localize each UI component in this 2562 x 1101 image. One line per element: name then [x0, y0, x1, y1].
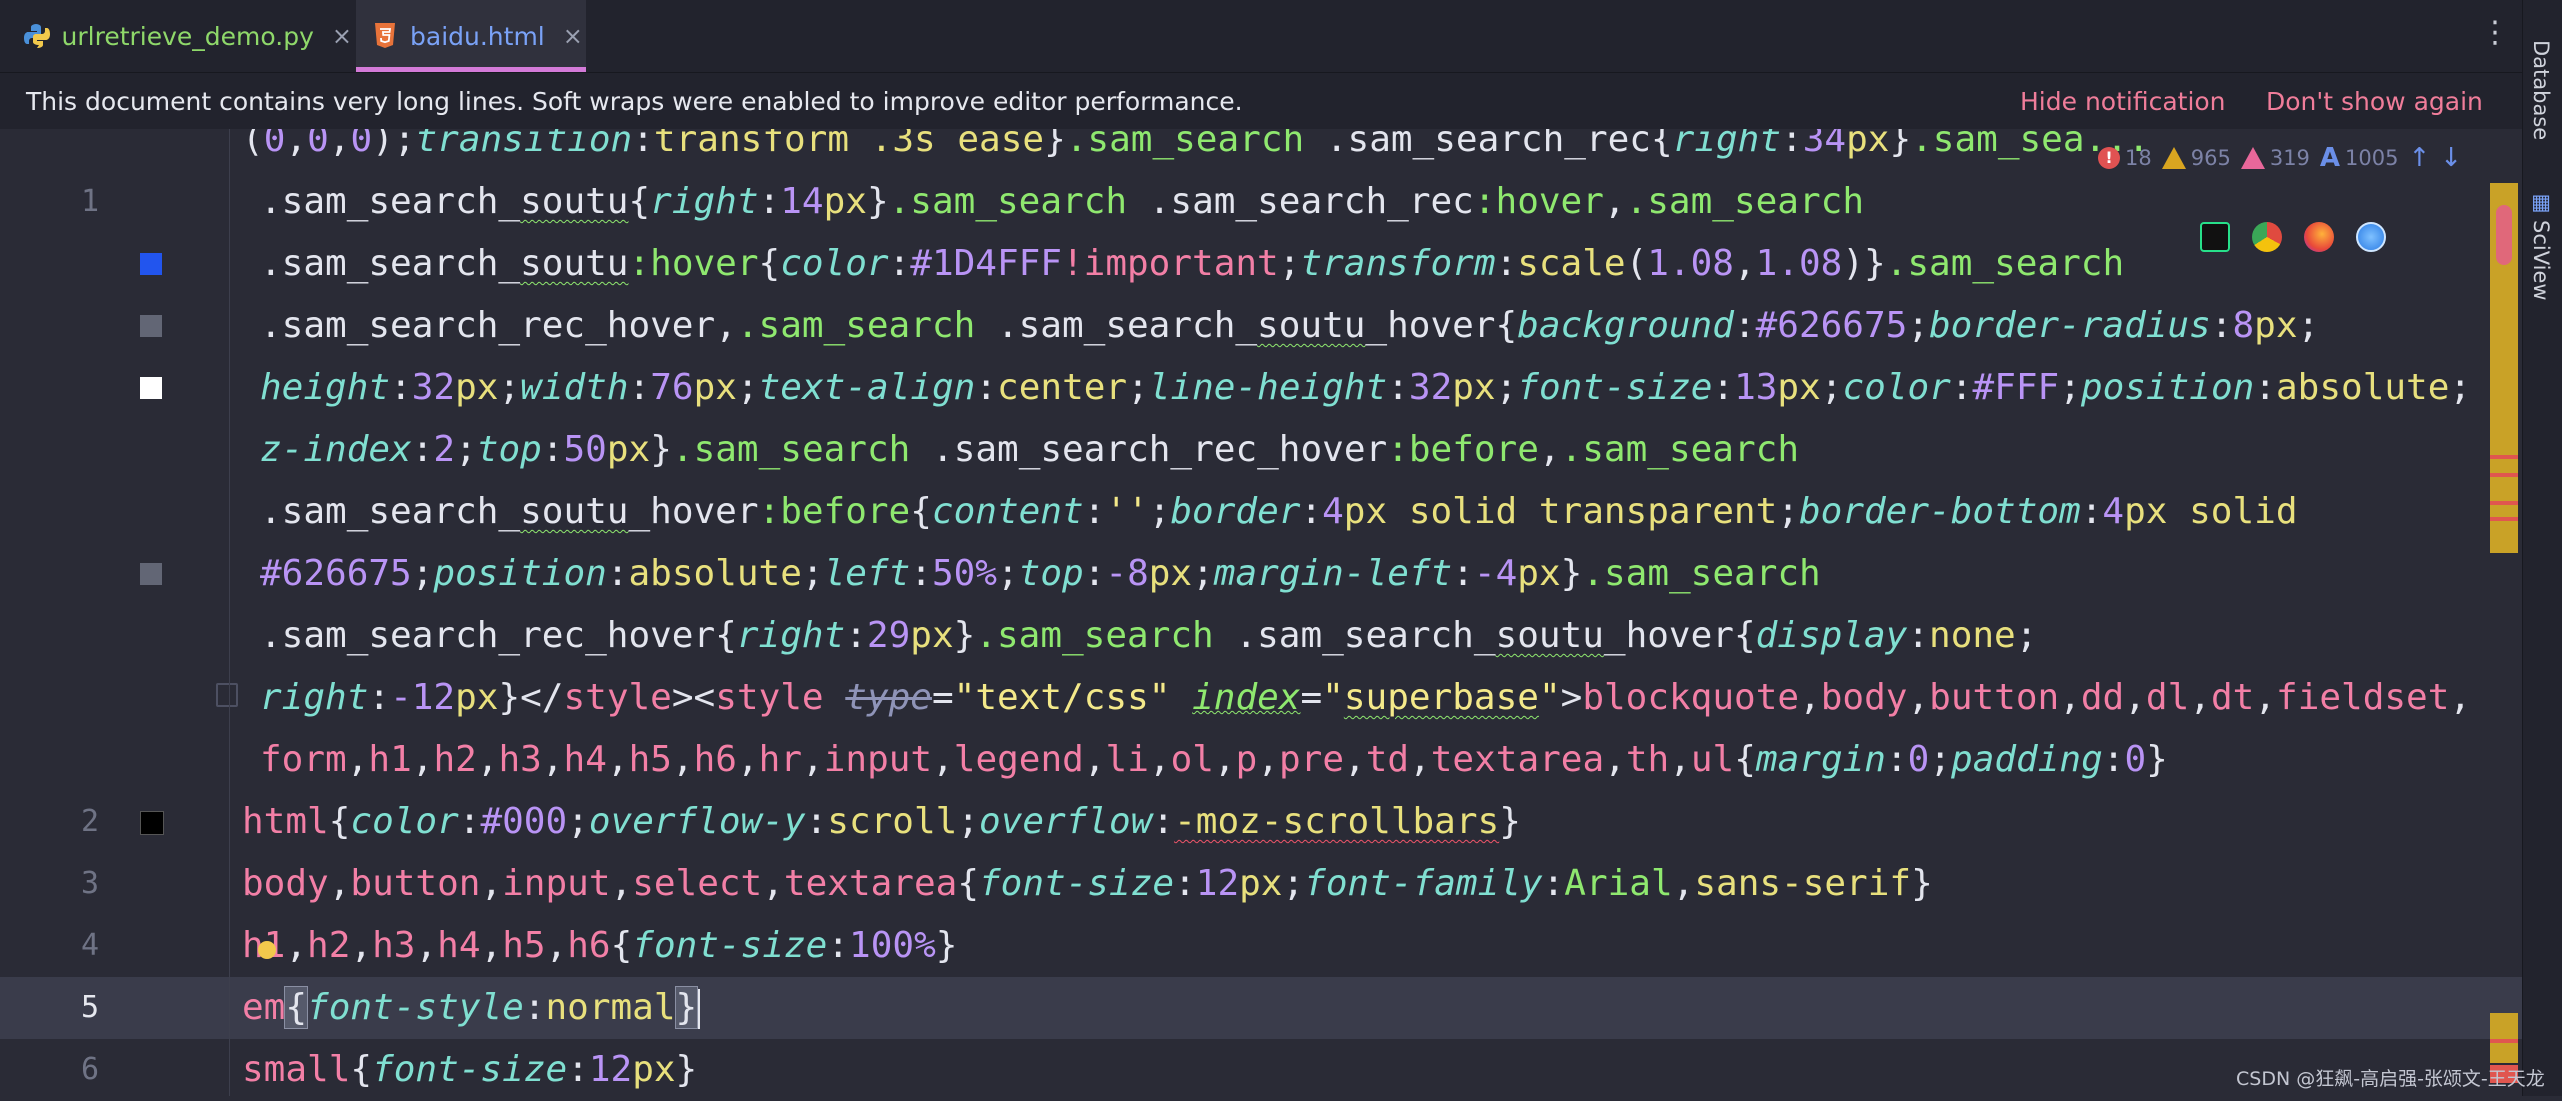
close-tab-icon[interactable]: × [332, 22, 352, 50]
code-line: 2 html{color:#000;overflow-y:scroll;overf… [0, 791, 2522, 853]
sciview-tool-button[interactable]: ▦ SciView [2529, 190, 2553, 301]
watermark-text: CSDN @狂飙-高启强-张颂文-王天龙 [2236, 1068, 2545, 1090]
safari-icon[interactable] [2356, 222, 2386, 252]
next-problem-icon[interactable]: ↓ [2440, 143, 2462, 173]
line-number: 5 [80, 990, 100, 1025]
code-line: 4h1,h2,h3,h4,h5,h6{font-size:100%} [0, 915, 2522, 977]
typo-icon: A [2319, 143, 2341, 173]
lightbulb-icon[interactable] [258, 941, 276, 959]
error-stripe-mark [2490, 473, 2518, 477]
color-swatch [140, 377, 162, 399]
error-stripe-mark [2490, 1039, 2518, 1043]
chrome-icon[interactable] [2252, 222, 2282, 252]
error-stripe-scrollbar[interactable] [2490, 183, 2518, 1083]
fold-icon[interactable] [216, 683, 238, 707]
code-line: .sam_search_rec_hover{right:29px}.sam_se… [260, 615, 2038, 656]
code-line: right:-12px}</style><style type="text/cs… [0, 667, 2522, 729]
warning-icon [2161, 147, 2186, 169]
color-swatch [140, 315, 162, 337]
previous-problem-icon[interactable]: ↑ [2409, 143, 2431, 173]
browser-preview-bar [2200, 222, 2386, 252]
right-tool-strip: Database ▦ SciView [2522, 0, 2562, 1096]
error-stripe-mark [2490, 501, 2518, 505]
errors-indicator[interactable]: ! 18 [2098, 146, 2152, 170]
notification-bar: This document contains very long lines. … [0, 73, 2522, 129]
tab-label: baidu.html [410, 21, 545, 51]
code-editor[interactable]: (0,0,0);transition:transform .3s ease}.s… [0, 73, 2522, 1096]
weak-warnings-indicator[interactable]: 319 [2240, 146, 2310, 170]
text-cursor [697, 989, 701, 1029]
code-line: #626675;position:absolute;left:50%;top:-… [0, 543, 2522, 605]
tab-label: urlretrieve_demo.py [61, 21, 314, 51]
line-number: 6 [80, 1052, 100, 1087]
color-swatch [140, 811, 164, 835]
tab-baidu-html[interactable]: baidu.html × [356, 0, 586, 72]
code-line: .sam_search_rec_hover,.sam_search .sam_s… [0, 295, 2522, 357]
code-line: 6 small{font-size:12px} [0, 1039, 2522, 1101]
code-line: 1 .sam_search_soutu{right:14px}.sam_searc… [0, 171, 2522, 233]
code-line: z-index:2;top:50px}.sam_search .sam_sear… [260, 429, 1799, 470]
line-number: 3 [80, 866, 100, 901]
firefox-icon[interactable] [2304, 222, 2334, 252]
close-tab-icon[interactable]: × [563, 22, 583, 50]
pycharm-browser-icon[interactable] [2200, 222, 2230, 252]
warning-stripe-mark [2490, 1013, 2518, 1063]
more-options-icon[interactable]: ⋮ [2480, 18, 2510, 48]
sciview-icon: ▦ [2529, 190, 2553, 214]
scroll-thumb[interactable] [2496, 205, 2512, 265]
code-line: .sam_search_soutu:hover{color:#1D4FFF!im… [0, 233, 2522, 295]
line-number: 1 [80, 184, 100, 219]
tab-urlretrieve-demo[interactable]: urlretrieve_demo.py × [22, 0, 352, 72]
editor-tab-bar: urlretrieve_demo.py × baidu.html × ⋮ [0, 0, 2522, 73]
dont-show-again-link[interactable]: Don't show again [2266, 87, 2483, 116]
warnings-indicator[interactable]: 965 [2161, 146, 2231, 170]
error-stripe-mark [2490, 455, 2518, 459]
code-line: form,h1,h2,h3,h4,h5,h6,hr,input,legend,l… [260, 739, 2168, 780]
gutter-divider [229, 73, 230, 1096]
color-swatch [140, 253, 162, 275]
line-number: 2 [80, 804, 100, 839]
database-tool-button[interactable]: Database [2529, 40, 2553, 140]
python-icon [22, 21, 52, 51]
weak-warning-icon [2240, 147, 2265, 169]
error-stripe-mark [2490, 517, 2518, 521]
code-line-current: 5 em{font-style:normal} [0, 977, 2522, 1039]
html5-icon [370, 21, 400, 51]
notification-message: This document contains very long lines. … [26, 87, 1243, 116]
code-line: 3 body,button,input,select,textarea{font-… [0, 853, 2522, 915]
color-swatch [140, 563, 162, 585]
hide-notification-link[interactable]: Hide notification [2020, 87, 2226, 116]
line-number: 4 [80, 928, 100, 963]
inspection-widget[interactable]: ! 18 965 319 A 1005 ↑ ↓ [2098, 143, 2462, 173]
code-line: height:32px;width:76px;text-align:center… [0, 357, 2522, 419]
error-icon: ! [2098, 147, 2120, 169]
code-line: .sam_search_soutu_hover:before{content:'… [260, 491, 2298, 532]
typos-indicator[interactable]: A 1005 [2320, 143, 2399, 173]
